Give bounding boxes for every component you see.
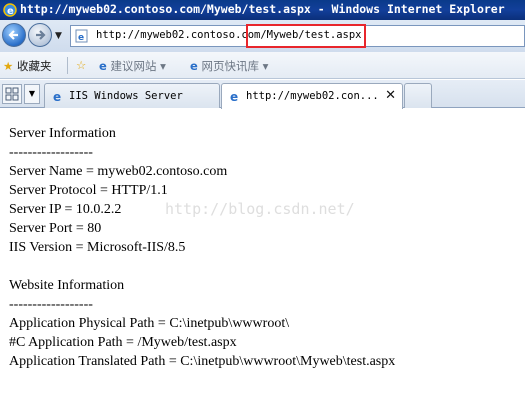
suggested-sites-label: 建议网站 ▾ bbox=[110, 59, 166, 73]
tab-list-dropdown[interactable]: ▼ bbox=[24, 84, 40, 104]
ie-logo-icon: e bbox=[3, 3, 17, 17]
forward-arrow-icon bbox=[36, 30, 46, 40]
server-name: Server Name = myweb02.contoso.com bbox=[9, 164, 228, 179]
tab-label: http://myweb02.con... bbox=[246, 90, 379, 102]
back-button[interactable] bbox=[2, 23, 26, 47]
suggested-sites-link[interactable]: e 建议网站 ▾ bbox=[99, 58, 166, 74]
page-icon: e bbox=[75, 29, 88, 43]
application-path: #C Application Path = /Myweb/test.aspx bbox=[9, 335, 237, 350]
back-arrow-icon bbox=[8, 30, 18, 40]
separator-line: ------------------ bbox=[9, 145, 93, 160]
favorites-label: 收藏夹 bbox=[16, 59, 52, 73]
tab-label: IIS Windows Server bbox=[69, 90, 183, 102]
close-tab-icon[interactable]: ✕ bbox=[385, 88, 396, 103]
url-highlight-annotation bbox=[246, 24, 366, 48]
ie-page-icon: e bbox=[190, 59, 198, 73]
server-protocol: Server Protocol = HTTP/1.1 bbox=[9, 183, 168, 198]
iis-version: IIS Version = Microsoft-IIS/8.5 bbox=[9, 240, 186, 255]
separator-line: ------------------ bbox=[9, 297, 93, 312]
svg-text:e: e bbox=[7, 6, 14, 17]
favorites-bar: ★ 收藏夹 ☆ e 建议网站 ▾ e 网页快讯库 ▾ bbox=[0, 52, 525, 79]
quick-tabs-button[interactable] bbox=[2, 84, 22, 104]
ie-page-icon: e bbox=[230, 90, 238, 103]
web-slice-gallery-link[interactable]: e 网页快讯库 ▾ bbox=[190, 58, 268, 74]
application-translated-path: Application Translated Path = C:\inetpub… bbox=[9, 354, 396, 369]
svg-text:e: e bbox=[78, 33, 84, 43]
application-physical-path: Application Physical Path = C:\inetpub\w… bbox=[9, 316, 290, 331]
server-port: Server Port = 80 bbox=[9, 221, 102, 236]
window-titlebar: e http://myweb02.contoso.com/Myweb/test.… bbox=[0, 0, 525, 20]
window-title: http://myweb02.contoso.com/Myweb/test.as… bbox=[20, 2, 505, 16]
grid-icon bbox=[5, 87, 19, 101]
server-ip: Server IP = 10.0.2.2 bbox=[9, 202, 122, 217]
new-tab-button[interactable] bbox=[404, 83, 432, 108]
section-heading-server: Server Information bbox=[9, 126, 116, 141]
tab-bar: ▼ e IIS Windows Server e http://myweb02.… bbox=[0, 80, 525, 109]
ie-page-icon: e bbox=[53, 90, 61, 103]
svg-text:e: e bbox=[53, 90, 61, 103]
recent-pages-dropdown[interactable]: ▼ bbox=[55, 31, 62, 41]
star-icon: ★ bbox=[3, 59, 14, 73]
section-heading-website: Website Information bbox=[9, 278, 125, 293]
page-content: Server Information ------------------ Se… bbox=[9, 124, 395, 371]
add-favorite-icon[interactable]: ☆ bbox=[76, 58, 86, 72]
svg-text:e: e bbox=[230, 90, 238, 103]
forward-button[interactable] bbox=[28, 23, 52, 47]
tab-test-aspx[interactable]: e http://myweb02.con... ✕ bbox=[221, 83, 403, 109]
favorites-divider bbox=[67, 57, 68, 74]
ie-page-icon: e bbox=[99, 59, 107, 73]
favorites-button[interactable]: ★ 收藏夹 bbox=[3, 58, 51, 74]
web-slice-gallery-label: 网页快讯库 ▾ bbox=[201, 59, 269, 73]
tab-iis-windows-server[interactable]: e IIS Windows Server bbox=[44, 83, 220, 108]
